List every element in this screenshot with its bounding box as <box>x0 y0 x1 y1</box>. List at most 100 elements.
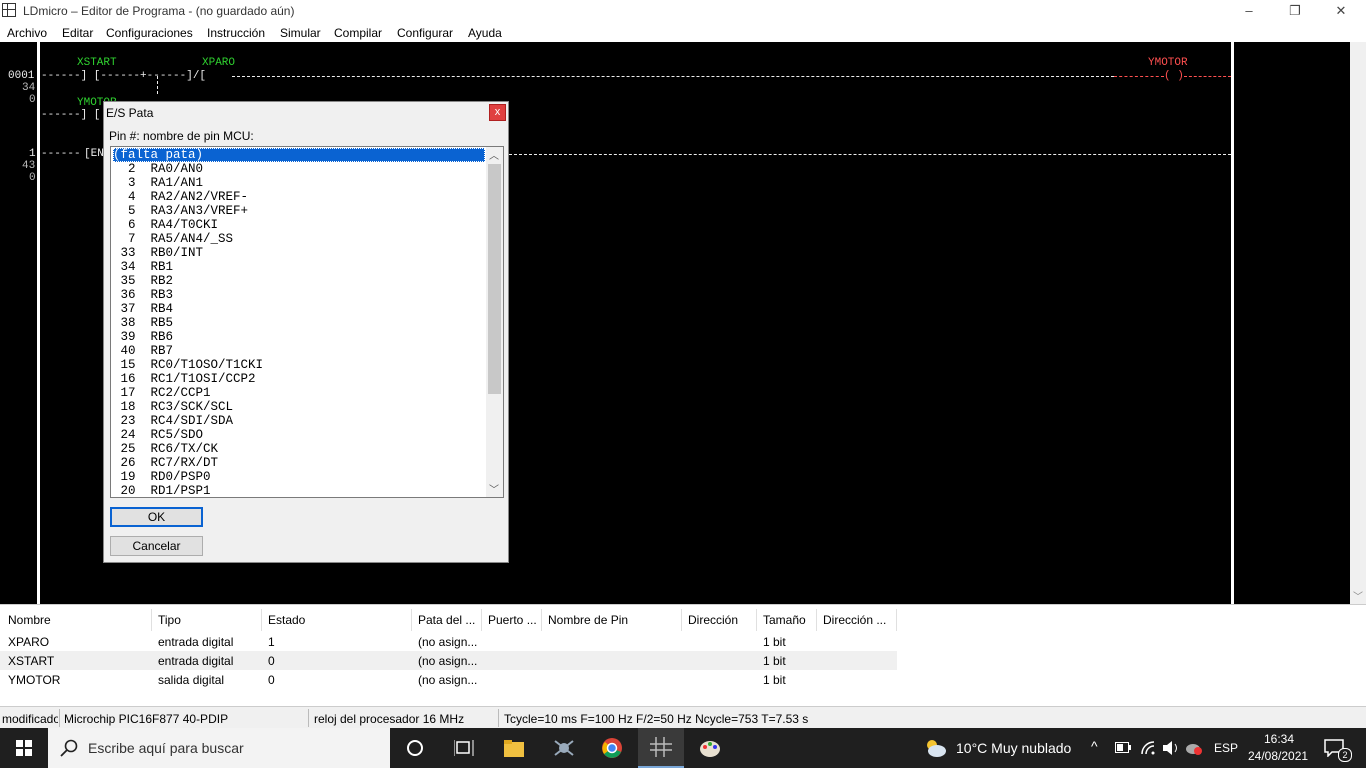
menu-configurar[interactable]: Configurar <box>397 26 453 40</box>
pin-list-item[interactable]: 3 RA1/AN1 <box>113 176 485 190</box>
column-header[interactable]: Dirección ... <box>823 613 886 627</box>
menu-compilar[interactable]: Compilar <box>334 26 382 40</box>
chevron-up-icon[interactable]: ^ <box>1091 738 1098 754</box>
pin-list-item[interactable]: 16 RC1/T1OSI/CCP2 <box>113 372 485 386</box>
pin-list-item[interactable]: 15 RC0/T1OSO/T1CKI <box>113 358 485 372</box>
scroll-up-icon[interactable]: ︿ <box>489 147 499 163</box>
column-header[interactable]: Pata del ... <box>418 613 475 627</box>
pin-list-item[interactable]: 23 RC4/SDI/SDA <box>113 414 485 428</box>
wifi-icon[interactable] <box>1140 740 1156 756</box>
taskbar-app-ldmicro[interactable] <box>638 728 684 768</box>
onedrive-status-icon[interactable] <box>1185 740 1203 756</box>
pin-list-item[interactable]: 39 RB6 <box>113 330 485 344</box>
pin-list-item[interactable]: 40 RB7 <box>113 344 485 358</box>
menu-archivo[interactable]: Archivo <box>7 26 47 40</box>
pin-list-item[interactable]: 20 RD1/PSP1 <box>113 484 485 497</box>
pin-list-item[interactable]: 7 RA5/AN4/_SS <box>113 232 485 246</box>
pin-list-item[interactable]: 6 RA4/T0CKI <box>113 218 485 232</box>
end-instruction[interactable]: [EN <box>84 148 104 160</box>
coil-wire <box>1184 76 1231 77</box>
scroll-down-icon[interactable]: ﹀ <box>489 481 499 497</box>
pin-list-item[interactable]: 19 RD0/PSP0 <box>113 470 485 484</box>
task-view-icon[interactable] <box>454 739 474 757</box>
battery-icon[interactable] <box>1115 742 1131 754</box>
column-header[interactable]: Estado <box>268 613 305 627</box>
pin-list-item[interactable]: 2 RA0/AN0 <box>113 162 485 176</box>
column-divider[interactable] <box>756 609 757 631</box>
coil-label-ymotor[interactable]: YMOTOR <box>1148 57 1188 69</box>
column-header[interactable]: Dirección <box>688 613 738 627</box>
pin-list[interactable]: (falta pata) 2 RA0/AN0 3 RA1/AN1 4 RA2/A… <box>110 146 504 498</box>
column-divider[interactable] <box>151 609 152 631</box>
pin-list-item[interactable]: 35 RB2 <box>113 274 485 288</box>
contact-label-xparo[interactable]: XPARO <box>202 57 235 69</box>
pin-list-label: Pin #: nombre de pin MCU: <box>109 129 254 143</box>
cancel-button[interactable]: Cancelar <box>110 536 203 556</box>
close-icon[interactable]: x <box>489 104 506 121</box>
pin-list-item[interactable]: 36 RB3 <box>113 288 485 302</box>
pin-list-item[interactable]: 18 RC3/SCK/SCL <box>113 400 485 414</box>
volume-icon[interactable] <box>1162 740 1180 756</box>
column-header[interactable]: Tipo <box>158 613 181 627</box>
pin-list-item[interactable]: 38 RB5 <box>113 316 485 330</box>
column-divider[interactable] <box>481 609 482 631</box>
pin-list-item[interactable]: 17 RC2/CCP1 <box>113 386 485 400</box>
pin-list-scrollbar[interactable]: ︿ ﹀ <box>486 147 503 497</box>
pin-list-item[interactable]: 37 RB4 <box>113 302 485 316</box>
table-row[interactable]: XSTART entrada digital 0 (no asign... 1 … <box>0 651 897 670</box>
rung-wire: ------ <box>41 148 81 160</box>
scroll-thumb[interactable] <box>488 164 501 394</box>
column-header[interactable]: Tamaño <box>763 613 806 627</box>
app-icon[interactable] <box>553 737 575 759</box>
minimize-icon[interactable]: – <box>1226 0 1272 22</box>
column-divider[interactable] <box>681 609 682 631</box>
pin-list-item[interactable]: 4 RA2/AN2/VREF- <box>113 190 485 204</box>
menu-ayuda[interactable]: Ayuda <box>468 26 502 40</box>
weather-cloud-icon[interactable] <box>924 738 948 758</box>
cell-state: 0 <box>268 654 275 668</box>
chrome-icon[interactable] <box>601 737 623 759</box>
paint-icon[interactable] <box>699 737 721 759</box>
column-header[interactable]: Nombre <box>8 613 51 627</box>
windows-start-icon[interactable] <box>16 740 32 756</box>
cell-pin: (no asign... <box>418 635 478 649</box>
pin-list-item[interactable]: 26 RC7/RX/DT <box>113 456 485 470</box>
scroll-down-icon[interactable]: ﹀ <box>1353 588 1363 603</box>
column-divider[interactable] <box>816 609 817 631</box>
cortana-icon[interactable] <box>406 739 424 757</box>
table-row[interactable]: XPARO entrada digital 1 (no asign... 1 b… <box>0 632 897 651</box>
ok-button[interactable]: OK <box>110 507 203 527</box>
menu-simular[interactable]: Simular <box>280 26 321 40</box>
pin-list-item[interactable]: 24 RC5/SDO <box>113 428 485 442</box>
app-icon <box>2 3 16 17</box>
column-header[interactable]: Nombre de Pin <box>548 613 628 627</box>
column-divider[interactable] <box>896 609 897 631</box>
menu-configuraciones[interactable]: Configuraciones <box>106 26 193 40</box>
weather-text[interactable]: 10°C Muy nublado <box>956 740 1071 756</box>
table-row[interactable]: YMOTOR salida digital 0 (no asign... 1 b… <box>0 670 897 689</box>
maximize-icon[interactable]: ❐ <box>1272 0 1318 22</box>
pin-list-item[interactable]: 5 RA3/AN3/VREF+ <box>113 204 485 218</box>
pin-list-item[interactable]: 33 RB0/INT <box>113 246 485 260</box>
coil-ymotor[interactable]: ( ) <box>1164 70 1184 82</box>
clock-date[interactable]: 24/08/2021 <box>1248 749 1308 763</box>
editor-scrollbar[interactable]: ﹀ <box>1350 42 1366 604</box>
menu-instruccion[interactable]: Instrucción <box>207 26 265 40</box>
pin-list-item[interactable]: 34 RB1 <box>113 260 485 274</box>
pin-list-item[interactable]: 25 RC6/TX/CK <box>113 442 485 456</box>
io-table: Nombre Tipo Estado Pata del ... Puerto .… <box>0 604 1366 705</box>
language-indicator[interactable]: ESP <box>1214 741 1238 755</box>
clock-time[interactable]: 16:34 <box>1264 732 1294 746</box>
column-divider[interactable] <box>541 609 542 631</box>
pin-list-item[interactable]: (falta pata) <box>113 148 485 162</box>
close-icon[interactable]: ✕ <box>1318 0 1364 22</box>
contact-label-xstart[interactable]: XSTART <box>77 57 117 69</box>
notification-count-badge: 2 <box>1338 748 1352 762</box>
column-header[interactable]: Puerto ... <box>488 613 537 627</box>
column-divider[interactable] <box>261 609 262 631</box>
menu-bar: Archivo Editar Configuraciones Instrucci… <box>0 22 1366 42</box>
menu-editar[interactable]: Editar <box>62 26 93 40</box>
taskbar-search[interactable]: Escribe aquí para buscar <box>48 728 390 768</box>
column-divider[interactable] <box>411 609 412 631</box>
file-explorer-icon[interactable] <box>503 738 525 758</box>
